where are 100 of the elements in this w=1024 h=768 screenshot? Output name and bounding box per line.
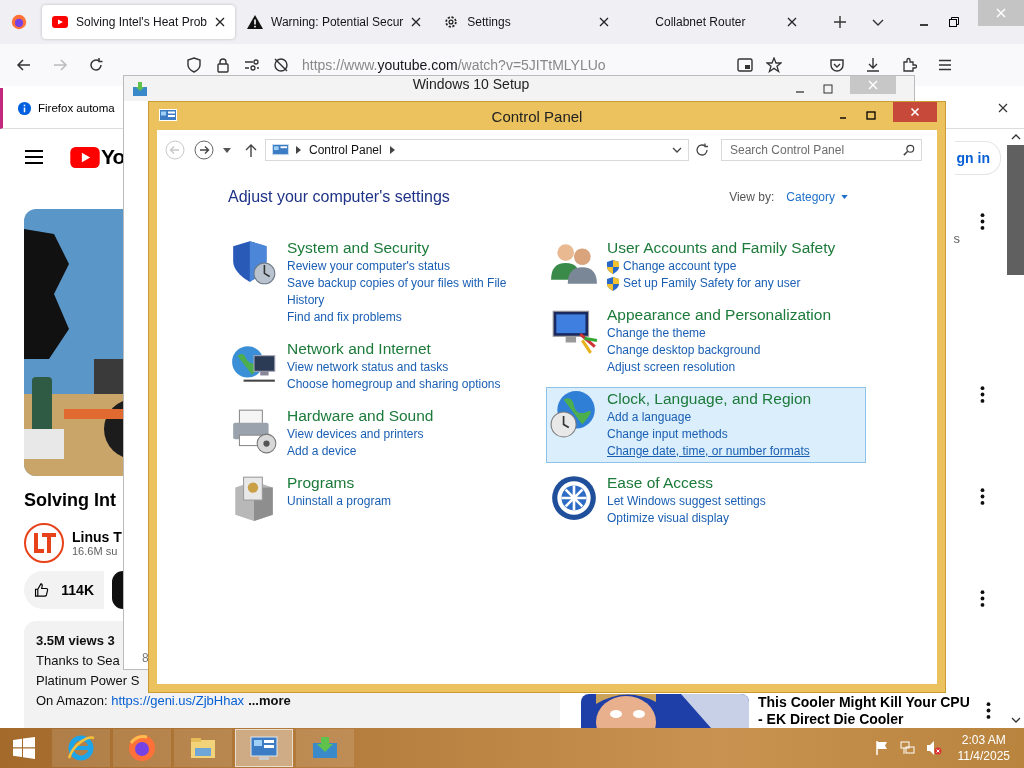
category-link[interactable]: Change the theme <box>607 325 706 342</box>
sliders-icon[interactable] <box>244 57 260 73</box>
category-title[interactable]: Clock, Language, and Region <box>607 389 862 409</box>
start-icon[interactable] <box>12 736 36 760</box>
restore-icon[interactable] <box>948 16 960 28</box>
category-link[interactable]: Change date, time, or number formats <box>607 443 810 460</box>
browser-tab[interactable]: Collabnet Router <box>621 5 808 39</box>
category-link[interactable]: Find and fix problems <box>287 309 402 326</box>
scroll-down-icon[interactable] <box>1010 717 1021 723</box>
like-button[interactable]: 114K <box>24 571 104 609</box>
sign-in-button[interactable]: gn in <box>954 141 1001 175</box>
channel-name[interactable]: Linus T <box>72 529 122 545</box>
browser-tab[interactable]: Solving Intel's Heat Prob <box>42 5 236 39</box>
menu-icon[interactable] <box>24 149 44 165</box>
maximize-icon[interactable] <box>865 110 877 122</box>
category-item[interactable]: Appearance and Personalization Change the theme Change desktop background Adjust screen resolution <box>546 303 866 379</box>
video-title[interactable]: - EK Direct Die Cooler <box>758 711 986 728</box>
taskbar-app[interactable] <box>113 729 171 767</box>
category-link[interactable]: Add a device <box>287 443 357 460</box>
reload-icon[interactable] <box>88 57 104 73</box>
close-icon[interactable] <box>787 17 798 27</box>
description-text: Platinum Power S <box>36 672 140 690</box>
dropdown-icon[interactable] <box>672 147 682 153</box>
category-title[interactable]: System and Security <box>287 238 542 258</box>
category-item[interactable]: Clock, Language, and Region Add a language Change input methods Change date, time, or number formats <box>546 387 866 463</box>
picture-in-picture-icon[interactable] <box>737 57 753 73</box>
new-tab-icon[interactable] <box>833 15 848 29</box>
search-field[interactable]: Search Control Panel <box>721 139 922 161</box>
more-options-icon[interactable] <box>980 213 985 230</box>
subscribe-button[interactable] <box>112 571 123 609</box>
lock-icon[interactable] <box>215 57 231 73</box>
browser-tab[interactable]: Settings <box>433 5 620 39</box>
more-options-icon[interactable] <box>986 702 991 719</box>
category-title[interactable]: Network and Internet <box>287 339 542 359</box>
extensions-icon[interactable] <box>901 57 917 73</box>
taskbar-app[interactable] <box>235 729 293 767</box>
category-title[interactable]: Programs <box>287 473 542 493</box>
category-title[interactable]: Appearance and Personalization <box>607 305 862 325</box>
download-icon[interactable] <box>865 57 881 73</box>
window-title: Windows 10 Setup <box>412 76 530 91</box>
close-icon[interactable] <box>599 17 610 27</box>
category-link[interactable]: Let Windows suggest settings <box>607 493 766 510</box>
menu-icon[interactable] <box>937 57 953 73</box>
firefox-icon[interactable] <box>10 13 28 31</box>
category-link[interactable]: View network status and tasks <box>287 359 449 376</box>
address-field[interactable]: Control Panel <box>265 139 689 161</box>
category-link[interactable]: Change input methods <box>607 426 728 443</box>
star-icon[interactable] <box>766 57 782 73</box>
refresh-icon[interactable] <box>695 143 709 157</box>
category-title[interactable]: User Accounts and Family Safety <box>607 238 862 258</box>
category-link[interactable]: Choose homegroup and sharing options <box>287 376 501 393</box>
more-options-icon[interactable] <box>980 386 985 403</box>
maximize-icon[interactable] <box>822 82 834 95</box>
close-icon[interactable] <box>215 17 226 27</box>
tracking-off-icon[interactable] <box>273 57 289 73</box>
close-button[interactable] <box>893 102 937 122</box>
back-icon[interactable] <box>16 57 32 73</box>
more-link[interactable]: ...more <box>248 691 291 711</box>
close-icon[interactable] <box>998 103 1008 113</box>
search-icon[interactable] <box>903 144 915 156</box>
category-link[interactable]: Change desktop background <box>607 342 761 359</box>
category-link[interactable]: Add a language <box>607 409 692 426</box>
more-options-icon[interactable] <box>980 488 985 505</box>
browser-tab[interactable]: Warning: Potential Secur <box>237 5 432 39</box>
category-item[interactable]: Ease of Access Let Windows suggest settings Optimize visual display <box>546 471 866 530</box>
category-link[interactable]: Adjust screen resolution <box>607 359 736 376</box>
volume-muted-icon[interactable] <box>925 740 942 756</box>
category-item[interactable]: System and Security Review your computer's status Save backup copies of your files with File History Find and fix problems <box>226 236 548 329</box>
shield-icon[interactable] <box>186 57 202 73</box>
category-title[interactable]: Hardware and Sound <box>287 406 542 426</box>
firefox-icon <box>127 733 157 763</box>
pocket-icon[interactable] <box>829 57 845 73</box>
category-link[interactable]: Set up Family Safety for any user <box>623 275 801 292</box>
category-link[interactable]: Review your computer's status <box>287 258 451 275</box>
video-title[interactable]: This Cooler Might Kill Your CPU <box>758 694 986 711</box>
category-item[interactable]: Programs Uninstall a program <box>226 471 548 526</box>
flag-icon[interactable] <box>873 740 890 756</box>
channel-avatar[interactable] <box>24 523 64 563</box>
video-play-icon <box>52 15 68 29</box>
more-options-icon[interactable] <box>980 590 985 607</box>
category-item[interactable]: Network and Internet View network status and tasks Choose homegroup and sharing options <box>226 337 548 396</box>
category-item[interactable]: User Accounts and Family Safety Change account type Set up Family Safety for any user <box>546 236 866 295</box>
close-icon[interactable] <box>411 17 422 27</box>
category-link[interactable]: Optimize visual display <box>607 510 730 527</box>
close-icon <box>995 7 1007 19</box>
caret-icon[interactable] <box>223 147 231 153</box>
up-arrow-icon[interactable] <box>245 143 257 157</box>
scroll-up-icon[interactable] <box>1010 134 1021 140</box>
category-link[interactable]: Change account type <box>623 258 737 275</box>
chevron-right-icon[interactable] <box>296 146 301 154</box>
description-link[interactable]: https://geni.us/ZjbHhax <box>111 691 245 711</box>
view-by-dropdown[interactable]: Category <box>786 190 848 204</box>
category-item[interactable]: Hardware and Sound View devices and printers Add a device <box>226 404 548 463</box>
category-link[interactable]: View devices and printers <box>287 426 424 443</box>
chevron-right-icon[interactable] <box>389 146 395 154</box>
category-link[interactable]: Uninstall a program <box>287 493 392 510</box>
forward-icon[interactable] <box>194 140 214 160</box>
scrollbar-thumb[interactable] <box>1007 145 1024 275</box>
category-link[interactable]: Save backup copies of your files with File History <box>287 275 513 309</box>
category-title[interactable]: Ease of Access <box>607 473 862 493</box>
